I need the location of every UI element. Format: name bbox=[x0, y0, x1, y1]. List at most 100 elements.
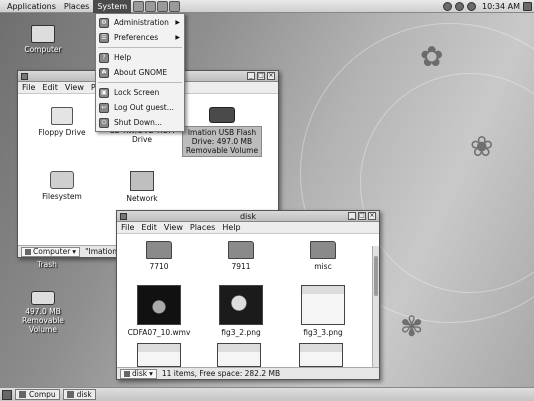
usb-drive-icon bbox=[31, 291, 55, 305]
item-label: Network bbox=[126, 194, 158, 203]
status-text: 11 items, Free space: 282.2 MB bbox=[161, 369, 281, 378]
menu-applications[interactable]: Applications bbox=[3, 0, 60, 13]
menu-places[interactable]: Places bbox=[60, 0, 93, 13]
item-folder[interactable]: misc bbox=[283, 241, 363, 271]
window-menu-icon[interactable] bbox=[120, 213, 127, 220]
item-file[interactable]: CDFA07_10.wmv bbox=[119, 285, 199, 337]
desktop-icon-label: 497.0 MB Removable Volume bbox=[22, 307, 64, 334]
video-thumbnail bbox=[137, 285, 181, 325]
menu-item-administration[interactable]: ⚙ Administration ▶ bbox=[96, 15, 184, 30]
menu-edit[interactable]: Edit bbox=[42, 83, 58, 92]
desktop-icon-computer[interactable]: Computer bbox=[8, 25, 78, 54]
submenu-arrow-icon: ▶ bbox=[175, 19, 180, 26]
show-desktop-icon[interactable] bbox=[2, 389, 12, 400]
item-usb-drive[interactable]: Imation USB Flash Drive: 497.0 MB Remova… bbox=[182, 107, 262, 157]
menu-item-label: Log Out guest... bbox=[114, 103, 174, 112]
minimize-icon[interactable]: _ bbox=[348, 212, 356, 220]
item-label: misc bbox=[314, 262, 332, 271]
filesystem-icon bbox=[50, 171, 74, 189]
menu-item-label: Lock Screen bbox=[114, 88, 160, 97]
menu-view[interactable]: View bbox=[164, 223, 183, 232]
scrollbar-thumb[interactable] bbox=[374, 256, 378, 296]
menu-view[interactable]: View bbox=[65, 83, 84, 92]
background-flower: ✾ bbox=[400, 310, 424, 343]
desktop-icon-removable-volume[interactable]: 497.0 MB Removable Volume bbox=[8, 291, 78, 334]
minimize-icon[interactable]: _ bbox=[247, 72, 255, 80]
preferences-icon: ☰ bbox=[99, 32, 109, 43]
menu-places[interactable]: Places bbox=[190, 223, 215, 232]
menu-separator bbox=[98, 47, 182, 48]
terminal-launcher-icon[interactable] bbox=[133, 0, 145, 12]
menu-item-preferences[interactable]: ☰ Preferences ▶ bbox=[96, 30, 184, 45]
location-combo[interactable]: disk ▾ bbox=[120, 368, 157, 379]
item-floppy-drive[interactable]: Floppy Drive bbox=[20, 107, 104, 137]
image-thumbnail[interactable] bbox=[299, 343, 343, 367]
browser-launcher-icon[interactable] bbox=[145, 0, 157, 12]
clock[interactable]: 10:34 AM bbox=[482, 2, 520, 11]
menu-separator bbox=[98, 82, 182, 83]
menu-item-label: Administration bbox=[114, 18, 169, 27]
shutdown-icon: ⏻ bbox=[99, 117, 109, 128]
disk-window: disk _ □ × File Edit View Places Help 77… bbox=[116, 210, 380, 380]
maximize-icon[interactable]: □ bbox=[358, 212, 366, 220]
maximize-icon[interactable]: □ bbox=[257, 72, 265, 80]
close-icon[interactable]: × bbox=[368, 212, 376, 220]
image-thumbnail[interactable] bbox=[137, 343, 181, 367]
item-label: Imation USB Flash Drive: 497.0 MB Remova… bbox=[182, 126, 262, 157]
help-icon: ? bbox=[99, 52, 109, 63]
background-flower: ❀ bbox=[470, 130, 494, 163]
folder-icon bbox=[310, 241, 336, 259]
menu-system[interactable]: System bbox=[93, 0, 132, 13]
menu-help[interactable]: Help bbox=[222, 223, 240, 232]
network-icon bbox=[130, 171, 154, 191]
menu-item-label: Help bbox=[114, 53, 132, 62]
item-file[interactable]: fig3_3.png bbox=[283, 285, 363, 337]
item-label: fig3_3.png bbox=[303, 328, 343, 337]
location-combo[interactable]: Computer ▾ bbox=[21, 246, 81, 257]
menu-item-label: About GNOME bbox=[114, 68, 168, 77]
network-icon[interactable] bbox=[443, 2, 453, 11]
lock-icon: ▣ bbox=[99, 87, 109, 98]
taskbar-button-disk[interactable]: disk bbox=[62, 389, 96, 400]
item-label: 7911 bbox=[231, 262, 251, 271]
usb-drive-icon bbox=[209, 107, 235, 123]
floppy-drive-icon bbox=[51, 107, 73, 125]
menu-item-about-gnome[interactable]: ☘ About GNOME bbox=[96, 65, 184, 80]
item-label: fig3_2.png bbox=[221, 328, 261, 337]
folder-icon bbox=[228, 241, 254, 259]
menu-item-label: Preferences bbox=[114, 33, 159, 42]
mail-launcher-icon[interactable] bbox=[157, 0, 169, 12]
submenu-arrow-icon: ▶ bbox=[175, 34, 180, 41]
menu-item-shut-down[interactable]: ⏻ Shut Down... bbox=[96, 115, 184, 130]
folder-icon bbox=[66, 391, 74, 398]
menu-item-help[interactable]: ? Help bbox=[96, 50, 184, 65]
chevron-down-icon: ▾ bbox=[149, 368, 153, 378]
location-label: disk bbox=[132, 368, 148, 378]
update-icon[interactable] bbox=[467, 2, 477, 11]
item-file[interactable]: fig3_2.png bbox=[201, 285, 281, 337]
disk-window-titlebar[interactable]: disk _ □ × bbox=[117, 211, 379, 222]
help-launcher-icon[interactable] bbox=[169, 0, 181, 12]
item-filesystem[interactable]: Filesystem bbox=[20, 171, 104, 201]
disk-window-statusbar: disk ▾ 11 items, Free space: 282.2 MB bbox=[117, 367, 379, 379]
desktop-icon-label: Computer bbox=[24, 45, 62, 54]
close-icon[interactable]: × bbox=[267, 72, 275, 80]
taskbar-label: disk bbox=[76, 390, 92, 399]
menu-file[interactable]: File bbox=[121, 223, 134, 232]
power-icon[interactable] bbox=[523, 2, 532, 11]
menu-item-log-out[interactable]: ↩ Log Out guest... bbox=[96, 100, 184, 115]
volume-icon[interactable] bbox=[455, 2, 465, 11]
menu-item-lock-screen[interactable]: ▣ Lock Screen bbox=[96, 85, 184, 100]
item-folder[interactable]: 7710 bbox=[119, 241, 199, 271]
vertical-scrollbar[interactable] bbox=[372, 246, 379, 367]
window-menu-icon[interactable] bbox=[21, 73, 28, 80]
menu-file[interactable]: File bbox=[22, 83, 35, 92]
system-menu: ⚙ Administration ▶ ☰ Preferences ▶ ? Hel… bbox=[95, 13, 185, 132]
system-tray: 10:34 AM bbox=[443, 0, 532, 13]
taskbar-button-computer[interactable]: Compu bbox=[15, 389, 60, 400]
item-network[interactable]: Network bbox=[100, 171, 184, 203]
menu-edit[interactable]: Edit bbox=[141, 223, 157, 232]
folder-icon bbox=[146, 241, 172, 259]
item-folder[interactable]: 7911 bbox=[201, 241, 281, 271]
image-thumbnail[interactable] bbox=[217, 343, 261, 367]
